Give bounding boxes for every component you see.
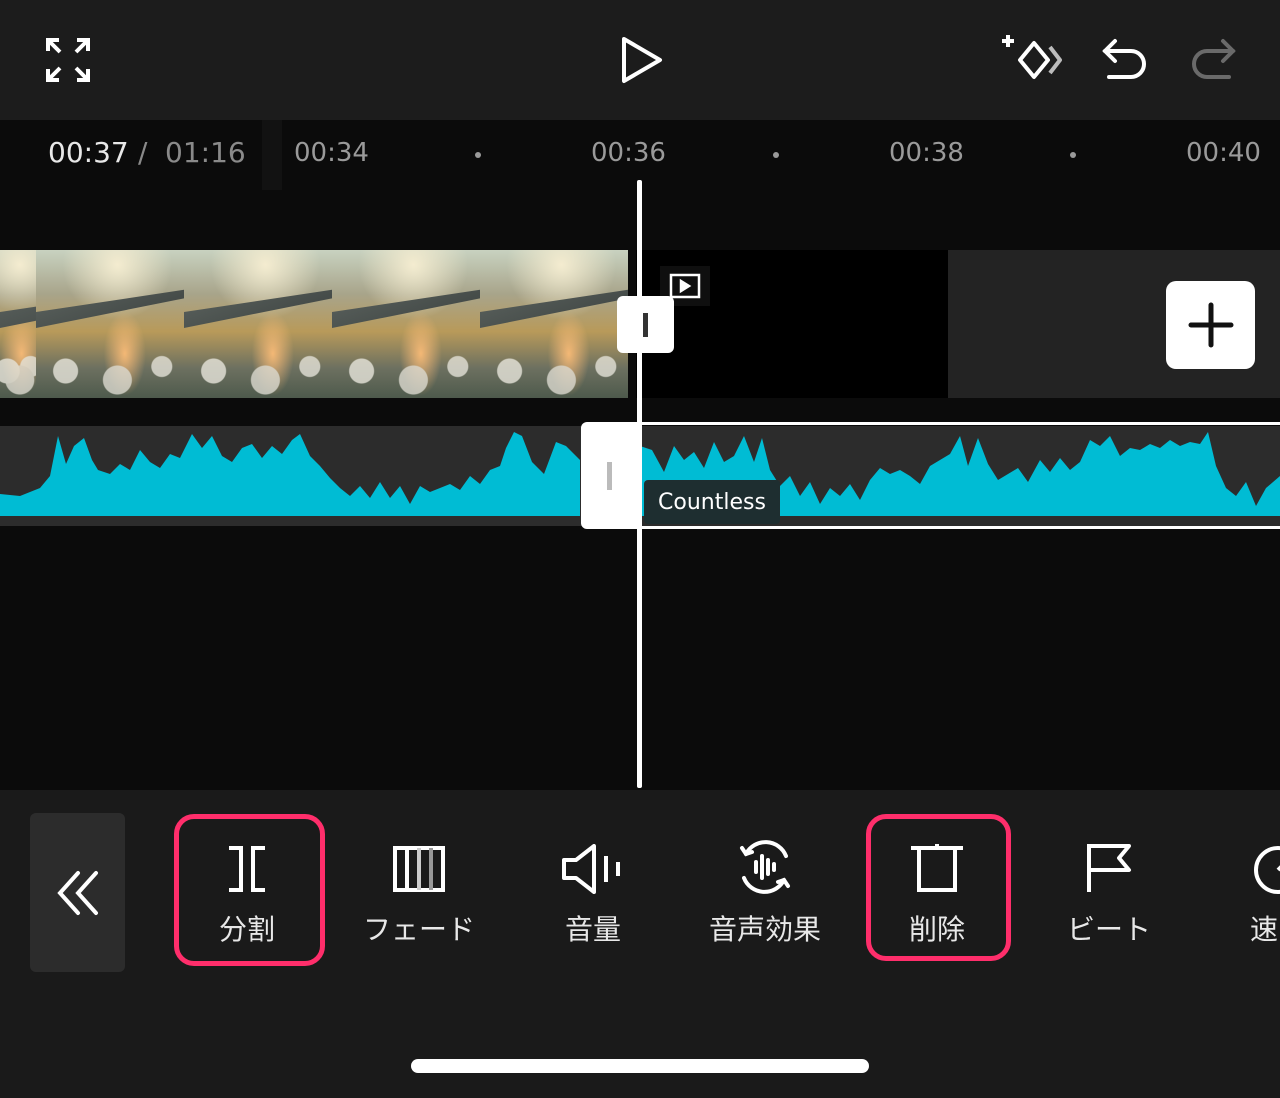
fade-button[interactable]: フェード (344, 830, 494, 950)
total-time: 01:16 (165, 136, 246, 169)
home-indicator[interactable] (411, 1059, 869, 1073)
split-highlight (174, 814, 325, 966)
speed-label: 速 (1250, 913, 1279, 946)
video-thumbnail (480, 250, 628, 398)
ruler-dot (773, 152, 779, 158)
audio-trim-handle-left[interactable] (581, 422, 639, 529)
redo-icon (1190, 36, 1238, 84)
delete-highlight (866, 814, 1011, 961)
ruler-divider (262, 120, 282, 190)
transition-button[interactable] (617, 296, 674, 353)
playhead[interactable] (637, 180, 642, 788)
video-thumbnail (332, 250, 480, 398)
keyframe-icon[interactable] (1002, 32, 1064, 88)
ruler-tick: 00:40 (1186, 138, 1261, 168)
ruler-tick: 00:34 (294, 138, 369, 168)
ruler-tick: 00:36 (591, 138, 666, 168)
fullscreen-icon[interactable] (44, 36, 92, 84)
time-separator: / (138, 136, 148, 169)
beat-button[interactable]: ビート (1034, 830, 1184, 950)
audio-track-name: Countless (644, 480, 780, 524)
beat-icon (1034, 830, 1184, 894)
add-clip-button[interactable] (1166, 281, 1255, 369)
volume-button[interactable]: 音量 (518, 830, 668, 950)
plus-icon (1188, 302, 1233, 348)
volume-label: 音量 (564, 913, 621, 946)
undo-icon[interactable] (1100, 36, 1148, 84)
double-chevron-left-icon (56, 870, 98, 915)
fade-icon (344, 830, 494, 894)
current-time: 00:37 (48, 136, 129, 169)
voice-effect-icon (690, 830, 840, 894)
speed-button[interactable]: 速 (1250, 830, 1280, 950)
ruler-dot (1070, 152, 1076, 158)
beat-label: ビート (1066, 913, 1151, 946)
ruler-dot (475, 152, 481, 158)
video-thumbnail (36, 250, 184, 398)
back-button[interactable] (30, 813, 125, 972)
speed-icon (1250, 830, 1280, 894)
volume-icon (518, 830, 668, 894)
voice-effect-label: 音声効果 (708, 913, 821, 946)
video-thumbnail (184, 250, 332, 398)
voice-effect-button[interactable]: 音声効果 (690, 830, 840, 950)
video-thumbnail (0, 250, 36, 398)
play-icon[interactable] (618, 34, 666, 86)
ruler-tick: 00:38 (889, 138, 964, 168)
fade-label: フェード (362, 913, 475, 946)
top-bar (0, 0, 1280, 120)
video-clip[interactable] (0, 250, 636, 398)
